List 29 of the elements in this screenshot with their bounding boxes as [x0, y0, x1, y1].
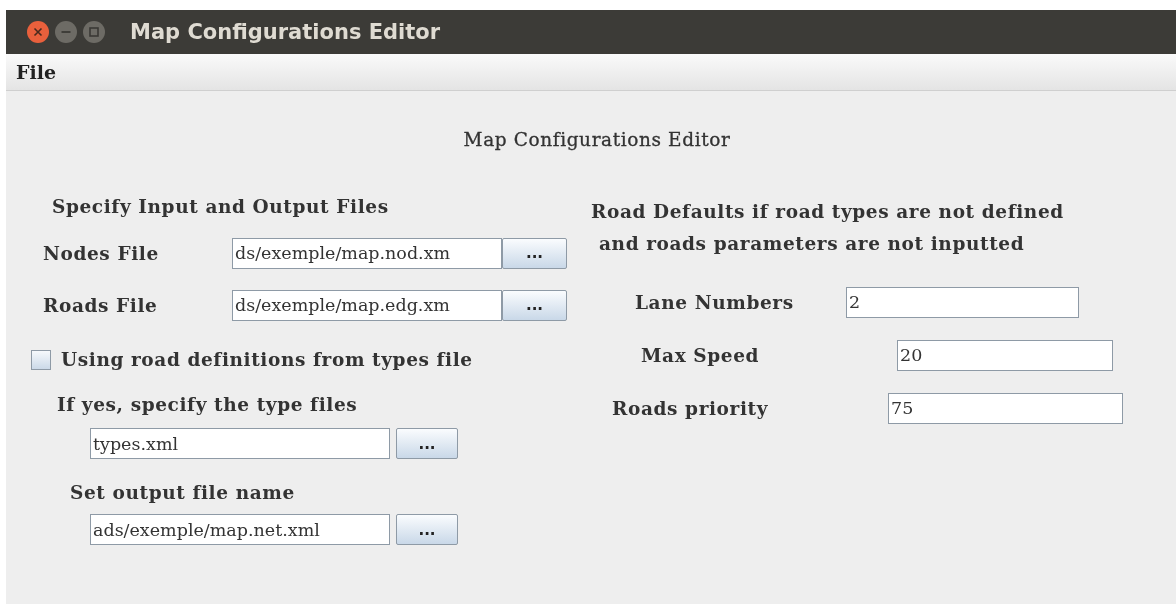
browse-button[interactable]: ... [502, 289, 567, 321]
field-label: Nodes File [43, 242, 160, 264]
window-title: Map Configurations Editor [130, 20, 441, 44]
number-field[interactable]: 75 [888, 392, 1123, 424]
menu-item[interactable]: File [16, 61, 56, 83]
file-path-field[interactable]: ds/exemple/map.edg.xm [232, 289, 502, 321]
field-label: Max Speed [640, 344, 761, 366]
field-label: Roads File [43, 294, 159, 316]
section-title: and roads parameters are not inputted [599, 232, 1026, 256]
checkbox-label[interactable]: Using road definitions from types file [61, 349, 473, 370]
field-label: Lane Numbers [634, 291, 795, 313]
browse-button[interactable]: ... [396, 428, 458, 459]
section-title: Road Defaults if road types are not defined [591, 200, 1065, 224]
editor-heading: Map Configurations Editor [463, 129, 731, 150]
types-prompt: If yes, specify the type files [57, 394, 359, 415]
minimize-icon[interactable] [54, 20, 78, 44]
section-title: Specify Input and Output Files [52, 196, 390, 217]
number-field[interactable]: 20 [897, 339, 1113, 371]
close-icon[interactable] [26, 20, 50, 44]
browse-button[interactable]: ... [502, 237, 567, 269]
maximize-icon[interactable] [82, 20, 106, 44]
checkbox[interactable] [31, 349, 51, 370]
types-file-field[interactable]: types.xml [90, 428, 390, 459]
field-label: Roads priority [611, 397, 769, 419]
browse-button[interactable]: ... [396, 514, 458, 545]
output-prompt: Set output file name [70, 482, 296, 503]
number-field[interactable]: 2 [846, 286, 1079, 318]
file-path-field[interactable]: ds/exemple/map.nod.xm [232, 237, 502, 269]
output-file-field[interactable]: ads/exemple/map.net.xml [90, 514, 390, 545]
